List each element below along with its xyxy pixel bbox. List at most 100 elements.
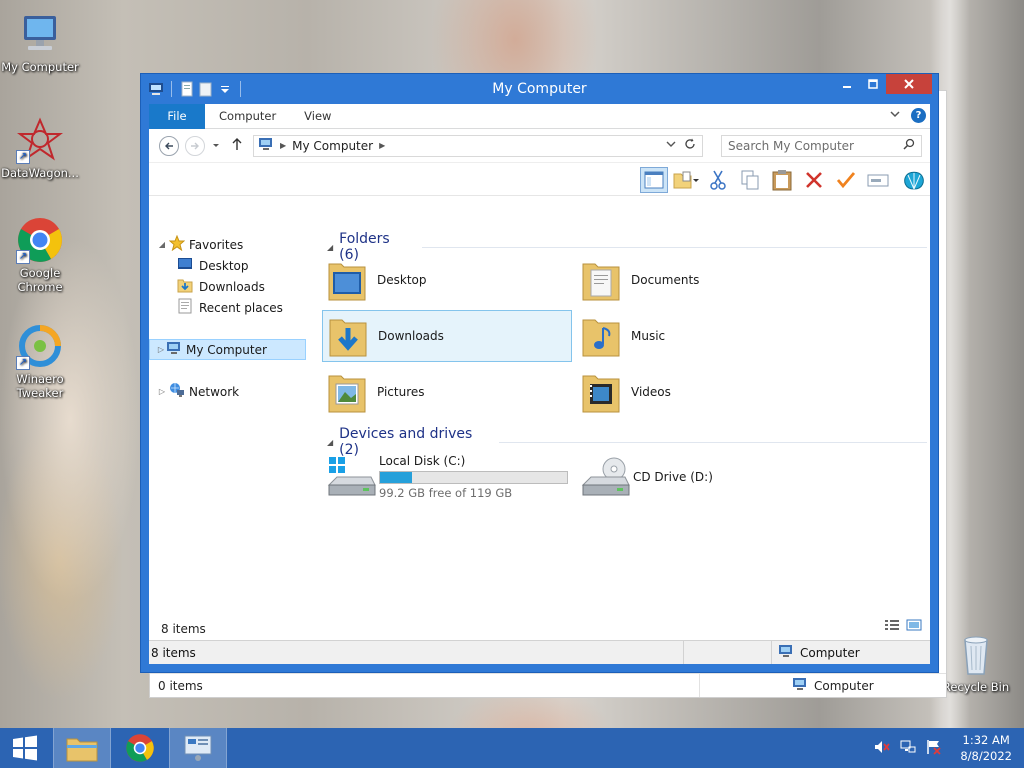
preview-pane-button[interactable] — [640, 167, 668, 193]
cut-icon[interactable] — [704, 167, 732, 193]
desktop-icon-datawagon[interactable]: ↗ DataWagon... — [0, 116, 80, 180]
desktop-icon-recycle-bin[interactable]: Recycle Bin — [936, 630, 1016, 694]
nav-my-computer-label: My Computer — [186, 342, 267, 357]
expand-arrow-icon[interactable]: ◢ — [157, 240, 167, 249]
close-button[interactable] — [886, 74, 932, 94]
drive-tile-cd-drive[interactable]: CD Drive (D:) — [576, 449, 826, 505]
ribbon-tabs: File Computer View ? — [149, 103, 930, 129]
nav-network[interactable]: ▷ Network — [157, 381, 239, 402]
nav-downloads[interactable]: Downloads — [177, 276, 265, 297]
action-center-flag-icon[interactable] — [926, 739, 942, 758]
collapse-arrow-icon[interactable]: ◢ — [327, 243, 333, 252]
shortcut-arrow-icon: ↗ — [16, 250, 30, 264]
computer-small-icon — [778, 644, 794, 661]
rename-icon[interactable] — [864, 167, 892, 193]
tab-view[interactable]: View — [290, 104, 345, 129]
breadcrumb-separator-icon[interactable]: ▶ — [280, 141, 286, 150]
folder-label: Videos — [631, 385, 671, 399]
drive-label: Local Disk (C:) — [379, 454, 466, 468]
windows-logo-icon — [13, 735, 37, 761]
nav-desktop[interactable]: Desktop — [177, 255, 249, 276]
downloads-folder-icon — [328, 314, 368, 358]
breadcrumb-my-computer[interactable]: My Computer — [292, 139, 373, 153]
computer-small-icon — [792, 677, 808, 694]
search-icon[interactable] — [903, 138, 915, 153]
desktop-icon-winaero-tweaker[interactable]: ↗ Winaero Tweaker — [0, 322, 80, 400]
checkmark-icon[interactable] — [832, 167, 860, 193]
breadcrumb-separator-icon[interactable]: ▶ — [379, 141, 385, 150]
address-dropdown-icon[interactable] — [666, 139, 676, 152]
start-button[interactable] — [0, 728, 50, 768]
back-button[interactable] — [159, 135, 179, 156]
volume-muted-icon[interactable] — [874, 739, 891, 758]
folder-tile-downloads[interactable]: Downloads — [322, 310, 572, 362]
nav-recent-places-label: Recent places — [199, 300, 283, 315]
nav-my-computer[interactable]: ▷ My Computer — [149, 339, 306, 360]
shell-icon[interactable] — [900, 167, 928, 193]
folder-tile-desktop[interactable]: Desktop — [322, 254, 572, 306]
folder-tile-documents[interactable]: Documents — [576, 254, 826, 306]
desktop-icon-label: Winaero Tweaker — [16, 372, 64, 400]
nav-recent-places[interactable]: Recent places — [177, 297, 283, 318]
maximize-button[interactable] — [860, 74, 886, 94]
expand-arrow-icon[interactable]: ▷ — [157, 387, 167, 396]
folder-options-icon[interactable] — [672, 167, 700, 193]
collapse-arrow-icon[interactable]: ◢ — [327, 438, 333, 447]
address-bar[interactable]: ▶ My Computer ▶ — [253, 134, 703, 157]
network-status-icon[interactable] — [900, 739, 916, 758]
folder-tile-music[interactable]: Music — [576, 310, 826, 362]
taskbar-file-explorer[interactable] — [53, 728, 111, 768]
tab-file[interactable]: File — [149, 103, 205, 129]
folder-tile-pictures[interactable]: Pictures — [322, 366, 572, 418]
recycle-bin-icon — [952, 630, 1000, 678]
copy-icon[interactable] — [736, 167, 764, 193]
delete-icon[interactable] — [800, 167, 828, 193]
desktop-folder-icon — [327, 258, 367, 302]
expand-arrow-icon[interactable]: ▷ — [156, 345, 166, 354]
search-placeholder: Search My Computer — [728, 138, 854, 153]
details-view-icon[interactable] — [884, 619, 900, 634]
folder-label: Downloads — [378, 329, 444, 343]
favorites-star-icon — [168, 234, 186, 254]
folder-label: Desktop — [377, 273, 427, 287]
desktop-icon-google-chrome[interactable]: ↗ Google Chrome — [0, 216, 80, 294]
inner-status-items: 8 items — [161, 622, 206, 636]
paste-icon[interactable] — [768, 167, 796, 193]
large-icons-view-icon[interactable] — [906, 619, 922, 634]
hard-drive-icon — [327, 455, 377, 499]
explorer-window[interactable]: My Computer File Computer View ? ▶ My Co… — [140, 73, 939, 673]
chrome-icon: ↗ — [16, 216, 64, 264]
background-status-bar: 0 items Computer — [150, 673, 946, 697]
recent-locations-icon[interactable] — [211, 139, 221, 153]
nav-downloads-label: Downloads — [199, 279, 265, 294]
forward-button[interactable] — [185, 135, 205, 156]
desktop-small-icon — [177, 257, 193, 274]
refresh-icon[interactable] — [684, 138, 696, 153]
downloads-small-icon — [177, 277, 193, 296]
desktop-icon-my-computer[interactable]: My Computer — [0, 10, 80, 74]
window-client-area: File Computer View ? ▶ My Computer ▶ Sea… — [149, 103, 930, 664]
network-icon — [169, 382, 185, 401]
tab-computer[interactable]: Computer — [205, 104, 290, 129]
control-panel-icon — [184, 735, 212, 761]
computer-small-icon — [258, 137, 274, 154]
title-bar[interactable]: My Computer — [141, 74, 938, 104]
help-icon[interactable]: ? — [911, 108, 926, 123]
taskbar-control-panel[interactable] — [169, 728, 227, 768]
taskbar-google-chrome[interactable] — [111, 728, 169, 768]
window-title: My Computer — [492, 81, 587, 97]
pictures-folder-icon — [327, 370, 367, 414]
taskbar: 1:32 AM 8/8/2022 — [0, 728, 1024, 768]
minimize-button[interactable] — [834, 74, 860, 94]
nav-favorites[interactable]: ◢ Favorites — [157, 234, 243, 255]
system-clock[interactable]: 1:32 AM 8/8/2022 — [960, 732, 1012, 764]
desktop-icon-label: Google Chrome — [17, 266, 63, 294]
music-folder-icon — [581, 314, 621, 358]
up-arrow-icon[interactable] — [231, 137, 243, 154]
expand-ribbon-icon[interactable] — [889, 108, 901, 123]
computer-icon — [16, 10, 64, 58]
search-input[interactable]: Search My Computer — [721, 134, 922, 157]
drive-label: CD Drive (D:) — [633, 470, 713, 484]
drive-tile-local-disk[interactable]: Local Disk (C:) 99.2 GB free of 119 GB — [322, 449, 572, 505]
folder-tile-videos[interactable]: Videos — [576, 366, 826, 418]
